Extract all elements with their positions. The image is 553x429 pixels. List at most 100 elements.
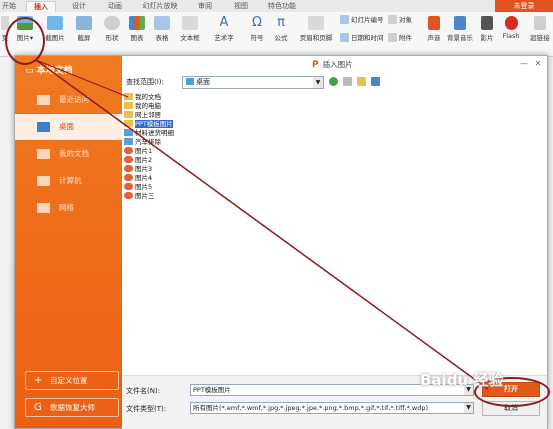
- sidebar-item-label: 网络: [59, 203, 74, 212]
- chevron-down-icon[interactable]: ▼: [464, 403, 473, 413]
- file-name: 我的电脑: [135, 102, 161, 110]
- music-label: 背景音乐: [447, 34, 473, 42]
- file-name: 图片5: [135, 183, 153, 191]
- file-name: 图片三: [135, 192, 155, 200]
- shape-button[interactable]: 形状: [100, 14, 124, 54]
- file-type-select[interactable]: 所有图片(*.emf,*.wmf,*.jpg,*.jpeg,*.jpe,*.pn…: [190, 402, 474, 414]
- list-item[interactable]: 图片3: [124, 165, 152, 173]
- capture-icon: [76, 16, 92, 30]
- symbol-icon: Ω: [252, 15, 262, 30]
- tab-view[interactable]: 视图: [228, 1, 254, 12]
- flash-button[interactable]: Flash: [499, 14, 523, 54]
- header-footer-button[interactable]: 页眉和页脚: [298, 14, 334, 54]
- list-item[interactable]: 我的电脑: [124, 102, 161, 110]
- sidebar-item-network[interactable]: 网络: [15, 195, 122, 221]
- wordart-label: 艺术字: [214, 34, 234, 42]
- dialog-titlebar: P 插入图片 — ✕: [122, 56, 547, 74]
- sidebar-item-documents[interactable]: 我的文档: [15, 141, 122, 167]
- tab-design[interactable]: 设计: [66, 1, 92, 12]
- hyperlink-icon: [534, 16, 546, 30]
- file-name-value: PPT模板图片: [193, 386, 231, 394]
- formula-button[interactable]: π 公式: [270, 14, 292, 54]
- screenshot-icon: [47, 16, 63, 30]
- list-item[interactable]: 图片5: [124, 183, 152, 191]
- sidebar-item-label: 我的文档: [59, 149, 89, 158]
- file-name-label: 文件名(N):: [126, 387, 161, 395]
- documents-icon: [37, 149, 50, 159]
- tab-animation[interactable]: 动画: [102, 1, 128, 12]
- object-button[interactable]: 对象: [388, 14, 412, 26]
- table-label: 表格: [155, 34, 169, 42]
- image-file-icon: [124, 156, 133, 163]
- slide-number-button[interactable]: 幻灯片编号: [340, 14, 384, 26]
- sidebar-item-computer[interactable]: 计算机: [15, 168, 122, 194]
- list-item[interactable]: 图片1: [124, 147, 152, 155]
- folder-icon: [124, 93, 133, 100]
- plus-icon: +: [34, 375, 43, 386]
- file-list: 我的文档 我的电脑 网上邻居 PPT模板图片 材料进货明细 汽车排除 图片1 图…: [122, 90, 547, 375]
- music-icon: [454, 16, 466, 30]
- new-folder-icon[interactable]: [357, 77, 366, 86]
- custom-location-button[interactable]: + 自定义位置: [25, 371, 119, 390]
- chevron-down-icon[interactable]: ▼: [313, 77, 323, 88]
- list-item[interactable]: 汽车排除: [124, 138, 161, 146]
- movie-icon: [481, 16, 493, 30]
- sound-label: 声音: [427, 34, 441, 42]
- tab-features[interactable]: 特色功能: [264, 1, 300, 12]
- network-icon: [37, 203, 50, 213]
- up-folder-icon[interactable]: [343, 77, 352, 86]
- sidebar-item-recent[interactable]: 最近访问: [15, 87, 122, 113]
- file-name: 汽车排除: [135, 138, 161, 146]
- list-item[interactable]: 图片2: [124, 156, 152, 164]
- symbol-button[interactable]: Ω 符号: [246, 14, 268, 54]
- wordart-button[interactable]: A 艺术字: [207, 14, 241, 54]
- list-item[interactable]: 图片三: [124, 192, 155, 200]
- attachment-label: 附件: [399, 34, 412, 42]
- list-item[interactable]: 网上邻居: [124, 111, 161, 119]
- table-button[interactable]: 表格: [150, 14, 174, 54]
- list-item[interactable]: 材料进货明细: [124, 129, 174, 137]
- login-button[interactable]: 未登录: [495, 0, 553, 12]
- minimize-icon[interactable]: —: [519, 59, 529, 69]
- object-icon: [388, 15, 397, 24]
- list-item-selected[interactable]: PPT模板图片: [124, 120, 173, 128]
- slide-number-icon: [340, 15, 349, 24]
- attachment-icon: [388, 33, 397, 42]
- image-file-icon: [124, 165, 133, 172]
- tab-slideshow[interactable]: 幻灯片放映: [138, 1, 182, 12]
- file-name: PPT模板图片: [135, 120, 173, 128]
- object-label: 对象: [399, 16, 412, 24]
- folder-icon: [124, 129, 133, 136]
- movie-button[interactable]: 影片: [477, 14, 497, 54]
- capture-button[interactable]: 截屏: [73, 14, 95, 54]
- tab-home[interactable]: 开始: [0, 1, 18, 12]
- textbox-label: 文本框: [180, 34, 200, 42]
- sidebar-title: ▭ 本地文档: [25, 66, 73, 76]
- look-in-value: 桌面: [196, 78, 210, 86]
- background-music-button[interactable]: 背景音乐: [445, 14, 475, 54]
- data-recovery-button[interactable]: G 数据恢复大师: [25, 398, 119, 417]
- close-icon[interactable]: ✕: [533, 59, 543, 69]
- chart-button[interactable]: 图表: [126, 14, 148, 54]
- recent-icon: [37, 95, 50, 105]
- list-item[interactable]: 我的文档: [124, 93, 161, 101]
- textbox-button[interactable]: 文本框: [176, 14, 204, 54]
- tab-review[interactable]: 审阅: [192, 1, 218, 12]
- back-icon[interactable]: [329, 77, 338, 86]
- look-in-select[interactable]: 桌面 ▼: [182, 76, 324, 89]
- datetime-button[interactable]: 日期和时间: [340, 32, 384, 44]
- folder-icon: [124, 138, 133, 145]
- view-menu-icon[interactable]: [371, 77, 380, 86]
- watermark: Baidu 经验: [420, 371, 504, 389]
- hyperlink-button[interactable]: 超链接: [527, 14, 553, 54]
- attachment-button[interactable]: 附件: [388, 32, 412, 44]
- sidebar-item-desktop[interactable]: 桌面: [15, 114, 122, 140]
- desktop-icon: [37, 122, 50, 132]
- ribbon: 页 图片▾ 截图片 截屏 形状 图表 表格 文本框 A 艺术字 Ω 符号 π 公式 页…: [0, 12, 553, 57]
- sound-button[interactable]: 声音: [424, 14, 444, 54]
- screenshot-pic-button[interactable]: 截图片: [40, 14, 70, 54]
- file-name: 材料进货明细: [135, 129, 174, 137]
- image-file-icon: [124, 192, 133, 199]
- list-item[interactable]: 图片4: [124, 174, 152, 182]
- image-file-icon: [124, 147, 133, 154]
